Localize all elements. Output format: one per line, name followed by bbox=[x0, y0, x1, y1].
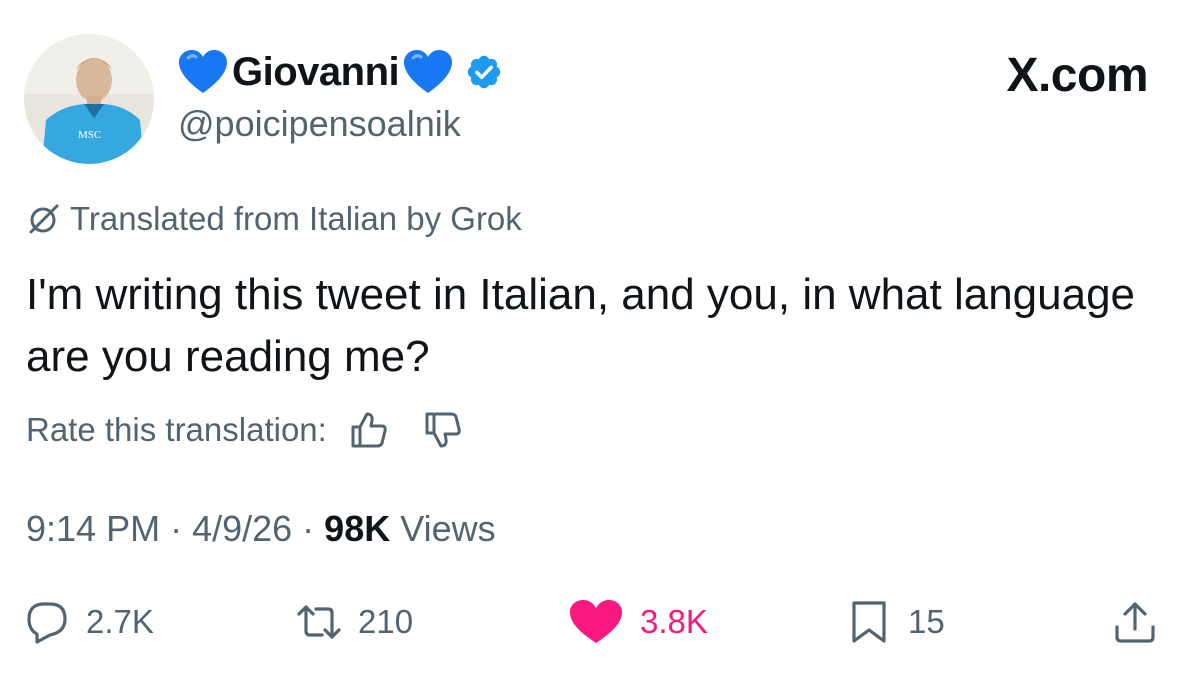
reply-count: 2.7K bbox=[86, 603, 154, 640]
tweet-text: I'm writing this tweet in Italian, and y… bbox=[26, 270, 1136, 381]
share-button[interactable] bbox=[1112, 590, 1158, 654]
heart-icon bbox=[570, 600, 622, 643]
translation-notice: Translated from Italian by Grok bbox=[26, 200, 522, 238]
meta-separator: · bbox=[170, 508, 183, 549]
repost-count: 210 bbox=[358, 603, 414, 640]
share-icon bbox=[1115, 602, 1155, 643]
rate-translation-label: Rate this translation: bbox=[26, 411, 327, 448]
tweet-date[interactable]: 4/9/26 bbox=[192, 508, 292, 550]
views-label: Views bbox=[400, 508, 496, 549]
site-logo: X.com bbox=[1006, 49, 1148, 102]
reply-button[interactable]: 2.7K bbox=[24, 590, 154, 654]
reply-icon bbox=[27, 602, 67, 644]
like-button[interactable]: 3.8K bbox=[568, 590, 708, 654]
repost-button[interactable]: 210 bbox=[296, 590, 413, 654]
meta-separator: · bbox=[302, 508, 315, 549]
thumbs-down-icon[interactable] bbox=[421, 408, 465, 452]
thumbs-up-icon[interactable] bbox=[347, 408, 391, 452]
tweet-time[interactable]: 9:14 PM bbox=[26, 508, 160, 550]
views-count: 98K bbox=[324, 508, 391, 549]
repost-icon bbox=[297, 605, 341, 639]
blue-heart-icon bbox=[179, 50, 227, 93]
tweet-meta: 9:14 PM · 4/9/26 · 98K Views bbox=[26, 508, 496, 550]
tweet-actions: 2.7K 210 3.8K 15 bbox=[0, 590, 1200, 654]
author-name-row[interactable]: Giovanni bbox=[178, 44, 503, 100]
grok-icon bbox=[29, 204, 59, 234]
author-display-name: Giovanni bbox=[232, 49, 400, 94]
blue-heart-icon bbox=[404, 50, 453, 93]
bookmark-count: 15 bbox=[908, 603, 945, 640]
like-count: 3.8K bbox=[640, 603, 708, 640]
rate-translation-row: Rate this translation: bbox=[26, 408, 465, 452]
verified-badge-icon bbox=[467, 55, 501, 89]
bookmark-icon bbox=[852, 601, 886, 643]
views-stat[interactable]: 98K Views bbox=[324, 508, 495, 550]
avatar-photo: MSC bbox=[24, 34, 154, 164]
avatar-shirt-text: MSC bbox=[78, 129, 101, 141]
translation-notice-text: Translated from Italian by Grok bbox=[70, 200, 522, 237]
bookmark-button[interactable]: 15 bbox=[846, 590, 945, 654]
author-handle[interactable]: @poicipensoalnik bbox=[178, 103, 461, 145]
author-avatar[interactable]: MSC bbox=[24, 34, 154, 164]
